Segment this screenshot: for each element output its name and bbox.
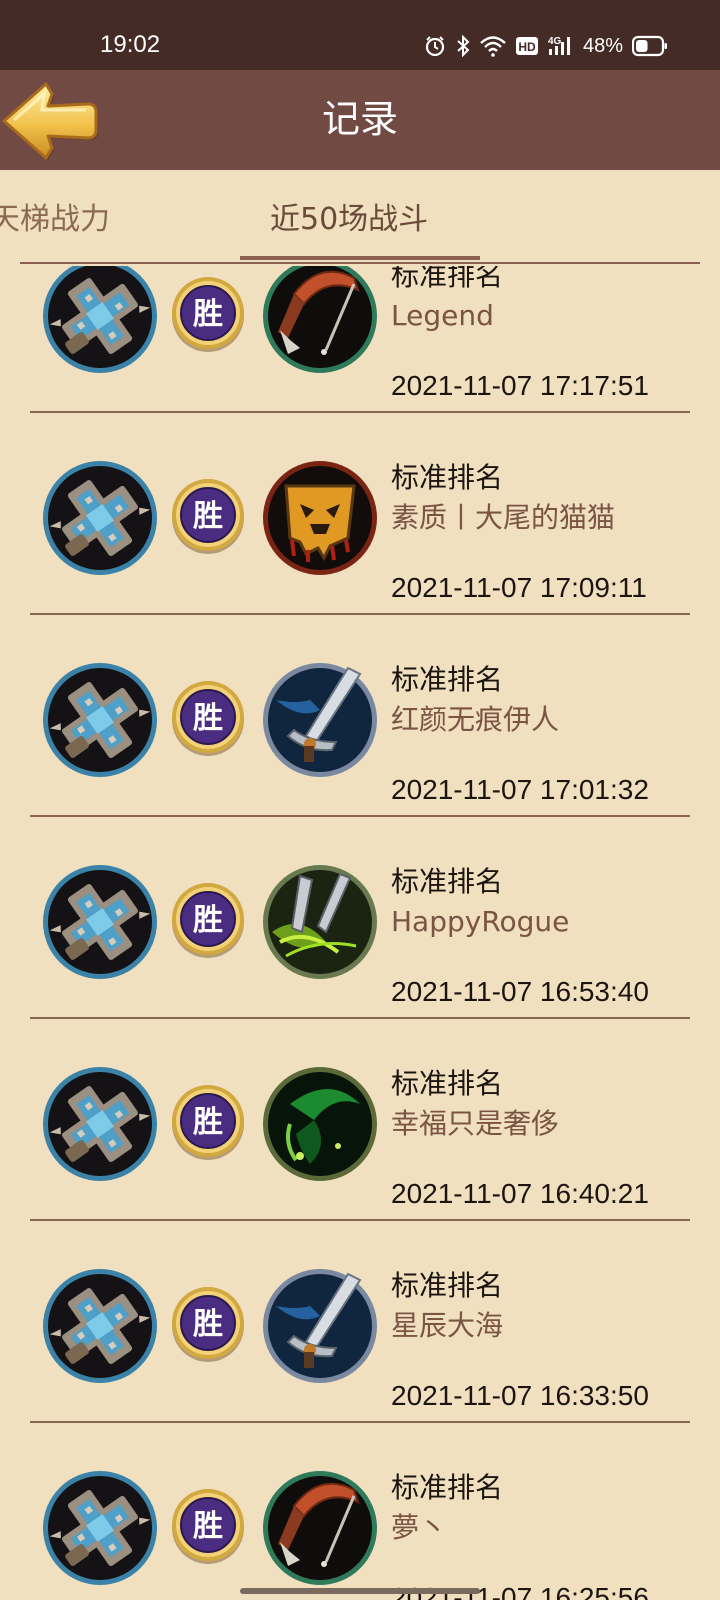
- game-mode-label: 标准排名: [391, 461, 504, 494]
- battery-icon: [632, 35, 668, 57]
- row-divider: [30, 1219, 690, 1221]
- tower-crest-icon: [40, 266, 160, 376]
- hd-icon: HD: [515, 35, 539, 57]
- grapple-hook-icon: [260, 266, 380, 376]
- record-row[interactable]: 胜 标准排名幸福只是奢侈 2021-11-07 16:40:21: [0, 1039, 720, 1241]
- active-tab-indicator: [240, 256, 480, 260]
- battle-timestamp: 2021-11-07 16:53:40: [391, 976, 649, 1007]
- tower-crest-icon: [40, 1266, 160, 1386]
- tab-bar: 天梯战力 近50场战斗: [0, 170, 720, 264]
- game-mode-label: 标准排名: [391, 663, 504, 696]
- win-badge-label: 胜: [193, 1105, 223, 1140]
- game-mode-label: 标准排名: [391, 266, 504, 292]
- grapple-hook-icon: [260, 1468, 380, 1588]
- sword-icon: [260, 660, 380, 780]
- tower-crest-icon: [40, 458, 160, 578]
- opponent-name: HappyRogue: [391, 905, 570, 938]
- tower-crest-icon: [40, 660, 160, 780]
- battle-timestamp: 2021-11-07 17:01:32: [391, 774, 649, 805]
- win-badge-icon: 胜: [170, 882, 246, 958]
- record-row[interactable]: 胜 标准排名 HappyRogue 2021-11-07 16:53:40: [0, 837, 720, 1039]
- page-title: 记录: [321, 97, 398, 141]
- win-badge-label: 胜: [193, 297, 223, 332]
- win-badge-label: 胜: [193, 1307, 223, 1342]
- row-divider: [30, 1017, 690, 1019]
- record-row[interactable]: 胜 标准排名星辰大海 2021-11-07 16:33:50: [0, 1241, 720, 1443]
- tower-crest-icon: [40, 1468, 160, 1588]
- hd-label: HD: [518, 40, 536, 54]
- opponent-name: 夢丶: [391, 1511, 448, 1544]
- win-badge-label: 胜: [193, 701, 223, 736]
- orc-banner-icon: [260, 458, 380, 578]
- win-badge-icon: 胜: [170, 1084, 246, 1160]
- win-badge-icon: 胜: [170, 1488, 246, 1564]
- status-bar: 19:02 HD 4G 48%: [0, 0, 720, 70]
- tabs-divider: [20, 262, 700, 264]
- win-badge-icon: 胜: [170, 680, 246, 756]
- opponent-name: 红颜无痕伊人: [391, 703, 560, 736]
- bluetooth-icon: [455, 35, 471, 57]
- battle-timestamp: 2021-11-07 17:09:11: [391, 572, 647, 603]
- battery-fill: [636, 40, 648, 52]
- battle-timestamp: 2021-11-07 17:17:51: [391, 370, 649, 401]
- win-badge-label: 胜: [193, 1509, 223, 1544]
- status-icons: HD 4G 48%: [424, 31, 668, 61]
- opponent-name: Legend: [391, 299, 494, 332]
- poison-blades-icon: [260, 862, 380, 982]
- win-badge-icon: 胜: [170, 478, 246, 554]
- tab-ladder-rating[interactable]: 天梯战力: [0, 200, 110, 240]
- battle-timestamp: 2021-11-07 16:40:21: [391, 1178, 649, 1209]
- row-divider: [30, 411, 690, 413]
- wifi-icon: [480, 35, 506, 57]
- row-divider: [30, 815, 690, 817]
- record-row[interactable]: 胜 标准排名红颜无痕伊人 2021-11-07 17:01:32: [0, 635, 720, 837]
- home-indicator[interactable]: [240, 1588, 480, 1594]
- sword-icon: [260, 1266, 380, 1386]
- win-badge-label: 胜: [193, 499, 223, 534]
- game-mode-label: 标准排名: [391, 1471, 504, 1504]
- record-row[interactable]: 胜 标准排名素质丨大尾的猫猫 2021-11-07 17:09:11: [0, 433, 720, 635]
- signal-4g-icon: 4G: [548, 35, 574, 57]
- record-row[interactable]: 胜 标准排名 Legend 2021-11-07 17:17:51: [0, 266, 720, 433]
- opponent-name: 星辰大海: [391, 1309, 504, 1342]
- battle-timestamp: 2021-11-07 16:33:50: [391, 1380, 649, 1411]
- battle-record-list[interactable]: 胜 标准排名 Legend 2021-11-07 17:17:51 胜 标准排名…: [0, 266, 720, 1600]
- tower-crest-icon: [40, 1064, 160, 1184]
- record-row[interactable]: 胜 标准排名 夢丶 2021-11-07 16:25:56: [0, 1443, 720, 1600]
- row-divider: [30, 1421, 690, 1423]
- win-badge-label: 胜: [193, 903, 223, 938]
- win-badge-icon: 胜: [170, 276, 246, 352]
- win-badge-icon: 胜: [170, 1286, 246, 1362]
- battery-percent: 48%: [582, 34, 623, 57]
- status-time: 19:02: [100, 31, 161, 58]
- game-mode-label: 标准排名: [391, 1269, 504, 1302]
- row-divider: [30, 613, 690, 615]
- fel-scythe-icon: [260, 1064, 380, 1184]
- network-label: 4G: [548, 36, 562, 47]
- game-mode-label: 标准排名: [391, 1067, 504, 1100]
- tab-recent-50-battles[interactable]: 近50场战斗: [270, 200, 428, 240]
- game-mode-label: 标准排名: [391, 865, 504, 898]
- record-list-content: 胜 标准排名 Legend 2021-11-07 17:17:51 胜 标准排名…: [0, 266, 720, 1600]
- opponent-name: 素质丨大尾的猫猫: [391, 501, 616, 534]
- app-header: 记录: [0, 70, 720, 170]
- tower-crest-icon: [40, 862, 160, 982]
- alarm-icon: [424, 35, 446, 57]
- opponent-name: 幸福只是奢侈: [391, 1107, 560, 1140]
